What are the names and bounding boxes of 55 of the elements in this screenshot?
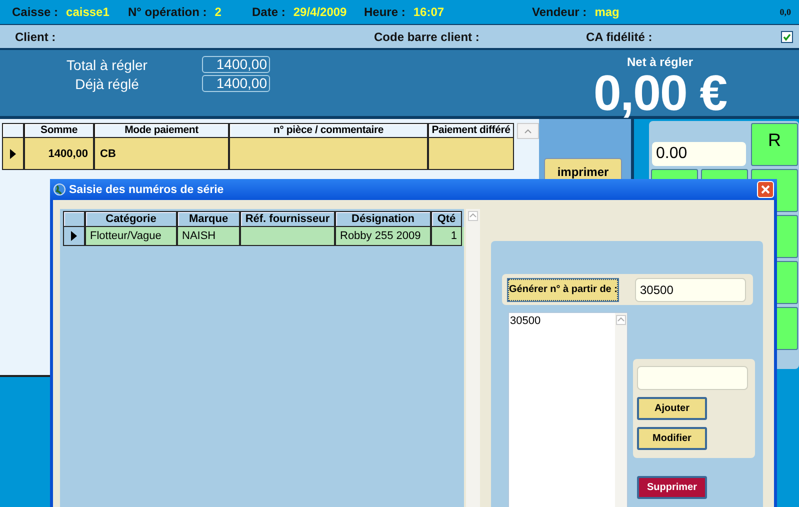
- loyalty-checkbox[interactable]: [781, 30, 793, 42]
- loyalty-label: CA fidélité :: [586, 30, 652, 44]
- field-value: 29/4/2009: [293, 5, 347, 19]
- field-value: 2: [214, 5, 222, 19]
- field-value: 16:07: [413, 5, 444, 19]
- scroll-up-icon[interactable]: [468, 211, 478, 221]
- table-cell: NAISH: [177, 227, 240, 246]
- column-header: Réf. fournisseur: [240, 211, 335, 227]
- column-header: Mode paiement: [94, 123, 229, 138]
- net-label: Net à régler: [626, 55, 694, 69]
- dialog-title: Saisie des numéros de série: [69, 184, 224, 196]
- edit-button[interactable]: Modifier: [637, 427, 707, 450]
- scroll-up-icon[interactable]: [517, 123, 539, 139]
- total-label: Total à régler: [66, 56, 148, 72]
- close-button[interactable]: [757, 181, 774, 198]
- field-value: caisse1: [66, 5, 110, 19]
- column-header: n° pièce / commentaire: [229, 123, 428, 138]
- field-label: Vendeur :: [532, 5, 587, 19]
- field-label: Date :: [252, 5, 286, 19]
- table-cell: CB: [94, 138, 229, 170]
- row-marker[interactable]: [63, 227, 85, 246]
- serial-list[interactable]: 30500: [508, 312, 628, 507]
- close-icon: [761, 185, 770, 194]
- globe-icon: [53, 183, 66, 196]
- field-label: Heure :: [364, 5, 406, 19]
- total-value: 1400,00: [202, 75, 270, 92]
- column-header: Somme: [24, 123, 94, 138]
- client-label: Client :: [15, 30, 57, 44]
- row-marker[interactable]: [2, 138, 24, 170]
- table-cell: Robby 255 2009: [335, 227, 431, 246]
- table-cell: 1400,00: [24, 138, 94, 170]
- field-label: Caisse :: [12, 5, 58, 19]
- field-label: N° opération :: [128, 5, 207, 19]
- column-header: Qté: [431, 211, 462, 227]
- column-header: Désignation: [335, 211, 431, 227]
- barcode-label: Code barre client :: [374, 30, 480, 44]
- corner-text: 0,0: [780, 7, 791, 17]
- net-amount: 0,00 €: [593, 69, 726, 117]
- table-cell: Flotteur/Vague: [85, 227, 177, 246]
- keypad-key[interactable]: R: [751, 123, 798, 166]
- scroll-up-icon[interactable]: [616, 315, 626, 325]
- add-button[interactable]: Ajouter: [637, 397, 707, 420]
- column-header: Paiement différé: [428, 123, 514, 138]
- total-value: 1400,00: [202, 56, 270, 73]
- column-header: Marque: [177, 211, 240, 227]
- list-item[interactable]: 30500: [510, 315, 614, 327]
- field-value: mag: [594, 5, 620, 19]
- table-cell: 1: [431, 227, 462, 246]
- column-header: Catégorie: [85, 211, 177, 227]
- delete-button[interactable]: Supprimer: [637, 476, 707, 499]
- total-label: Déjà réglé: [74, 76, 140, 92]
- generate-button[interactable]: Générer n° à partir de :: [508, 278, 618, 300]
- start-number-field[interactable]: 30500: [635, 278, 746, 302]
- serial-field[interactable]: [637, 366, 748, 390]
- amount-display: 0.00: [652, 142, 746, 166]
